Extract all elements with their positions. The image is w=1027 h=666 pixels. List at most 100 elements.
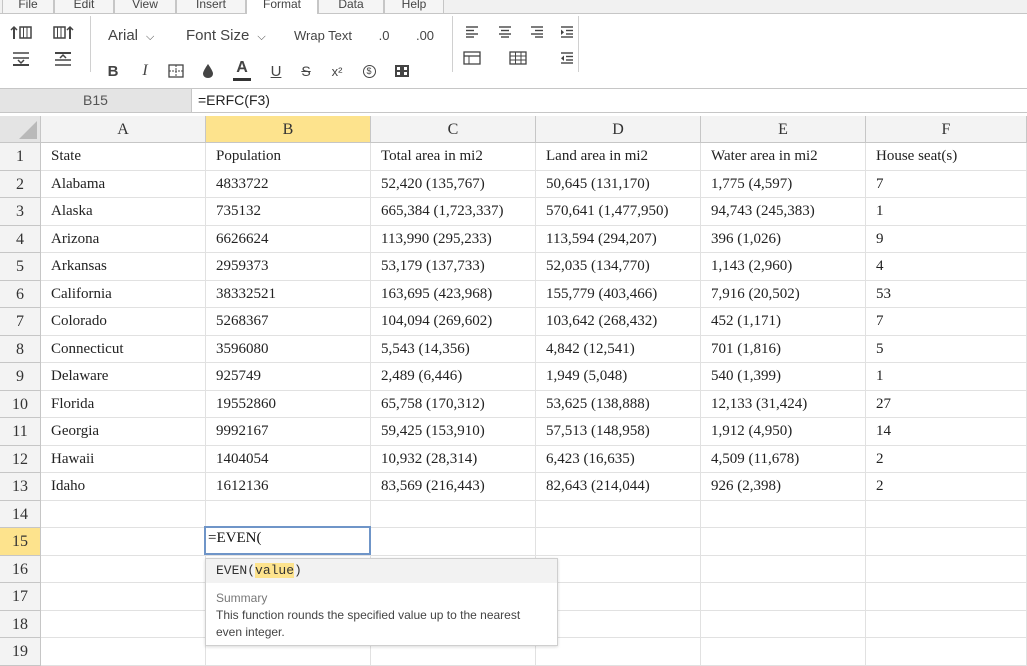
cell-d9[interactable]: 1,949 (5,048) (536, 363, 701, 391)
decrease-decimal-button[interactable]: .0 (372, 24, 396, 46)
row-header-8[interactable]: 8 (0, 335, 41, 363)
row-header-6[interactable]: 6 (0, 280, 41, 308)
cell-d5[interactable]: 52,035 (134,770) (536, 253, 701, 281)
column-header-b[interactable]: B (206, 116, 371, 143)
column-header-a[interactable]: A (41, 116, 206, 143)
cell-b13[interactable]: 1612136 (206, 473, 371, 501)
menu-tab-edit[interactable]: Edit (54, 0, 114, 14)
menu-tab-file[interactable]: File (2, 0, 54, 14)
cell-e18[interactable] (701, 610, 866, 638)
cell-e4[interactable]: 396 (1,026) (701, 225, 866, 253)
cell-f2[interactable]: 7 (866, 170, 1027, 198)
cell-b12[interactable]: 1404054 (206, 445, 371, 473)
cell-e19[interactable] (701, 638, 866, 666)
row-header-1[interactable]: 1 (0, 143, 41, 171)
cell-c12[interactable]: 10,932 (28,314) (371, 445, 536, 473)
cell-a10[interactable]: Florida (41, 390, 206, 418)
cell-a4[interactable]: Arizona (41, 225, 206, 253)
cell-a15[interactable] (41, 528, 206, 556)
italic-button[interactable]: I (134, 60, 156, 82)
row-header-7[interactable]: 7 (0, 308, 41, 336)
cell-editor[interactable]: =EVEN( (204, 526, 371, 555)
row-header-4[interactable]: 4 (0, 225, 41, 253)
cell-e6[interactable]: 7,916 (20,502) (701, 280, 866, 308)
wrap-text-button[interactable]: Wrap Text (290, 24, 356, 46)
align-center-icon[interactable] (494, 22, 516, 42)
menu-tab-format[interactable]: Format (246, 0, 318, 15)
cell-f8[interactable]: 5 (866, 335, 1027, 363)
align-left-icon[interactable] (461, 22, 483, 42)
font-size-dropdown[interactable]: Font Size ⌵ (186, 26, 266, 46)
superscript-button[interactable]: x² (326, 60, 348, 82)
cell-c7[interactable]: 104,094 (269,602) (371, 308, 536, 336)
column-header-c[interactable]: C (371, 116, 536, 143)
cell-f17[interactable] (866, 583, 1027, 611)
cell-a19[interactable] (41, 638, 206, 666)
cell-f7[interactable]: 7 (866, 308, 1027, 336)
bold-button[interactable]: B (102, 60, 124, 82)
row-header-11[interactable]: 11 (0, 418, 41, 446)
cell-a3[interactable]: Alaska (41, 198, 206, 226)
cell-c2[interactable]: 52,420 (135,767) (371, 170, 536, 198)
cell-e3[interactable]: 94,743 (245,383) (701, 198, 866, 226)
cell-d3[interactable]: 570,641 (1,477,950) (536, 198, 701, 226)
cell-a9[interactable]: Delaware (41, 363, 206, 391)
cell-e10[interactable]: 12,133 (31,424) (701, 390, 866, 418)
cell-c8[interactable]: 5,543 (14,356) (371, 335, 536, 363)
cell-a8[interactable]: Connecticut (41, 335, 206, 363)
cell-d13[interactable]: 82,643 (214,044) (536, 473, 701, 501)
cell-c5[interactable]: 53,179 (137,733) (371, 253, 536, 281)
cell-a12[interactable]: Hawaii (41, 445, 206, 473)
menu-tab-view[interactable]: View (114, 0, 176, 14)
cell-d17[interactable] (536, 583, 701, 611)
align-top-icon[interactable] (8, 48, 34, 70)
cell-d2[interactable]: 50,645 (131,170) (536, 170, 701, 198)
menu-tab-help[interactable]: Help (384, 0, 444, 14)
cell-d11[interactable]: 57,513 (148,958) (536, 418, 701, 446)
cell-a17[interactable] (41, 583, 206, 611)
cell-f11[interactable]: 14 (866, 418, 1027, 446)
cell-e5[interactable]: 1,143 (2,960) (701, 253, 866, 281)
cell-f14[interactable] (866, 500, 1027, 528)
cell-b8[interactable]: 3596080 (206, 335, 371, 363)
cell-f9[interactable]: 1 (866, 363, 1027, 391)
insert-rows-icon[interactable] (8, 22, 34, 44)
cell-a16[interactable] (41, 555, 206, 583)
row-header-2[interactable]: 2 (0, 170, 41, 198)
font-family-dropdown[interactable]: Arial ⌵ (108, 26, 154, 46)
cell-c10[interactable]: 65,758 (170,312) (371, 390, 536, 418)
borders-icon[interactable] (165, 60, 187, 82)
cell-c1[interactable]: Total area in mi2 (371, 143, 536, 171)
cell-e2[interactable]: 1,775 (4,597) (701, 170, 866, 198)
cell-b11[interactable]: 9992167 (206, 418, 371, 446)
row-header-3[interactable]: 3 (0, 198, 41, 226)
cell-b1[interactable]: Population (206, 143, 371, 171)
cell-d19[interactable] (536, 638, 701, 666)
cell-a14[interactable] (41, 500, 206, 528)
cell-f6[interactable]: 53 (866, 280, 1027, 308)
cell-f1[interactable]: House seat(s) (866, 143, 1027, 171)
cell-a2[interactable]: Alabama (41, 170, 206, 198)
cell-d15[interactable] (536, 528, 701, 556)
cell-f13[interactable]: 2 (866, 473, 1027, 501)
font-color-button[interactable]: A (231, 58, 253, 82)
cell-b9[interactable]: 925749 (206, 363, 371, 391)
cell-e15[interactable] (701, 528, 866, 556)
cell-b2[interactable]: 4833722 (206, 170, 371, 198)
column-header-e[interactable]: E (701, 116, 866, 143)
cell-b7[interactable]: 5268367 (206, 308, 371, 336)
cell-e7[interactable]: 452 (1,171) (701, 308, 866, 336)
cell-b4[interactable]: 6626624 (206, 225, 371, 253)
cell-f16[interactable] (866, 555, 1027, 583)
cell-a6[interactable]: California (41, 280, 206, 308)
cell-a18[interactable] (41, 610, 206, 638)
cell-c15[interactable] (371, 528, 536, 556)
cell-c14[interactable] (371, 500, 536, 528)
cell-d8[interactable]: 4,842 (12,541) (536, 335, 701, 363)
column-header-d[interactable]: D (536, 116, 701, 143)
cell-d7[interactable]: 103,642 (268,432) (536, 308, 701, 336)
cell-a11[interactable]: Georgia (41, 418, 206, 446)
cell-f18[interactable] (866, 610, 1027, 638)
row-header-10[interactable]: 10 (0, 390, 41, 418)
row-header-15[interactable]: 15 (0, 528, 41, 556)
